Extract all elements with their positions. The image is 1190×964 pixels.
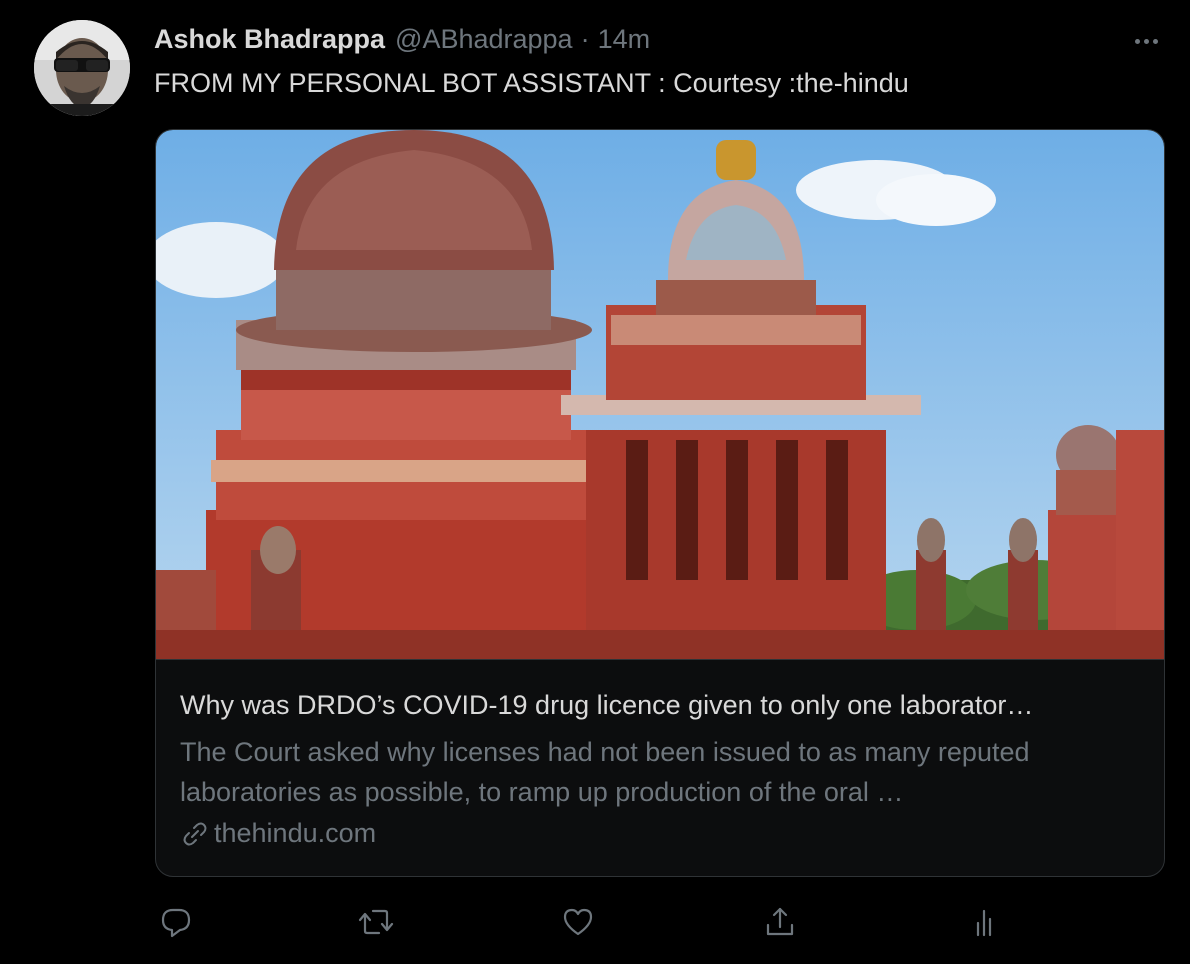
card-title[interactable]: Why was DRDO’s COVID-19 drug licence giv… <box>180 690 1140 721</box>
author-handle[interactable]: @ABhadrappa <box>395 24 573 55</box>
author-name[interactable]: Ashok Bhadrappa <box>154 24 385 55</box>
tweet-text: FROM MY PERSONAL BOT ASSISTANT : Courtes… <box>154 68 909 98</box>
card-image-photo <box>156 130 1164 659</box>
like-icon[interactable] <box>556 900 600 944</box>
avatar-photo <box>34 20 130 116</box>
reply-icon[interactable] <box>154 900 198 944</box>
card-domain-text: thehindu.com <box>214 818 377 848</box>
card-image[interactable] <box>156 130 1164 659</box>
avatar[interactable] <box>34 20 130 116</box>
tweet-header: Ashok Bhadrappa @ABhadrappa · 14m <box>154 24 650 60</box>
card-body[interactable]: Why was DRDO’s COVID-19 drug licence giv… <box>156 659 1164 876</box>
retweet-icon[interactable] <box>354 900 398 944</box>
link-preview-card[interactable]: Why was DRDO’s COVID-19 drug licence giv… <box>155 129 1165 877</box>
link-icon <box>180 819 210 849</box>
card-description: The Court asked why licenses had not bee… <box>180 737 1030 807</box>
share-icon[interactable] <box>758 900 802 944</box>
more-horizontal-icon[interactable] <box>1128 26 1164 56</box>
analytics-icon[interactable] <box>962 900 1006 944</box>
tweet[interactable]: Ashok Bhadrappa @ABhadrappa · 14m FROM M… <box>0 0 1190 964</box>
tweet-actions <box>154 900 1164 944</box>
card-domain[interactable]: thehindu.com <box>180 818 376 849</box>
tweet-timestamp[interactable]: 14m <box>598 24 651 55</box>
separator-dot: · <box>580 24 590 54</box>
